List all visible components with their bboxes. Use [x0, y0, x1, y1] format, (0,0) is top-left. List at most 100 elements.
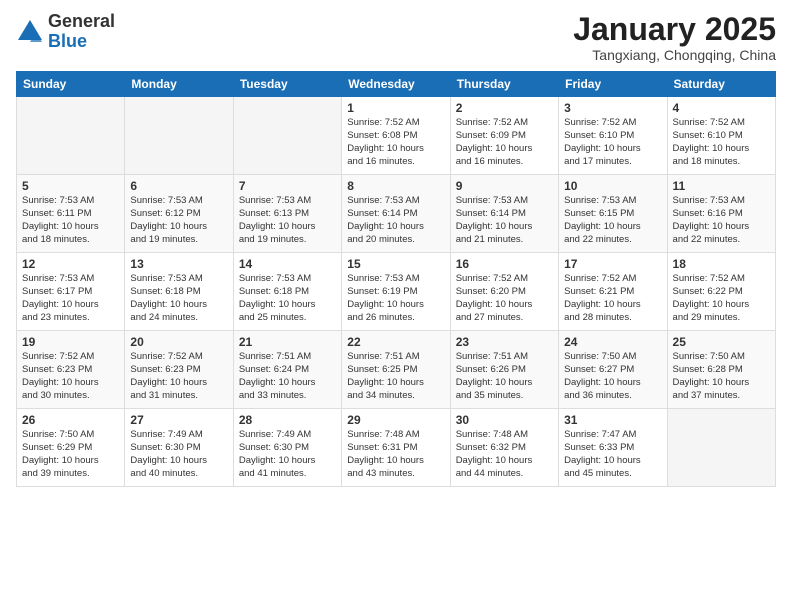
calendar-cell: [667, 409, 775, 487]
day-info: Sunrise: 7:52 AM Sunset: 6:20 PM Dayligh…: [456, 273, 553, 324]
col-tuesday: Tuesday: [233, 72, 341, 97]
calendar-cell: 9 Sunrise: 7:53 AM Sunset: 6:14 PM Daylig…: [450, 175, 558, 253]
calendar-cell: 15 Sunrise: 7:53 AM Sunset: 6:19 PM Dayli…: [342, 253, 450, 331]
day-number: 24: [564, 335, 661, 349]
location: Tangxiang, Chongqing, China: [573, 47, 776, 63]
day-number: 8: [347, 179, 444, 193]
day-info: Sunrise: 7:53 AM Sunset: 6:11 PM Dayligh…: [22, 195, 119, 246]
col-friday: Friday: [559, 72, 667, 97]
header: General Blue January 2025 Tangxiang, Cho…: [16, 12, 776, 63]
calendar-cell: 25Sunrise: 7:50 AM Sunset: 6:28 PM Dayli…: [667, 331, 775, 409]
day-number: 25: [673, 335, 770, 349]
day-info: Sunrise: 7:52 AM Sunset: 6:23 PM Dayligh…: [22, 351, 119, 402]
day-number: 11: [673, 179, 770, 193]
calendar: Sunday Monday Tuesday Wednesday Thursday…: [16, 71, 776, 487]
day-number: 31: [564, 413, 661, 427]
col-thursday: Thursday: [450, 72, 558, 97]
day-number: 28: [239, 413, 336, 427]
calendar-cell: [233, 97, 341, 175]
calendar-cell: 23 Sunrise: 7:51 AM Sunset: 6:26 PM Dayli…: [450, 331, 558, 409]
day-info: Sunrise: 7:50 AM Sunset: 6:27 PM Dayligh…: [564, 351, 661, 402]
calendar-cell: [125, 97, 233, 175]
day-info: Sunrise: 7:52 AM Sunset: 6:09 PM Dayligh…: [456, 117, 553, 168]
day-info: Sunrise: 7:48 AM Sunset: 6:32 PM Dayligh…: [456, 429, 553, 480]
calendar-cell: 26Sunrise: 7:50 AM Sunset: 6:29 PM Dayli…: [17, 409, 125, 487]
logo-general: General: [48, 12, 115, 32]
day-number: 12: [22, 257, 119, 271]
day-info: Sunrise: 7:51 AM Sunset: 6:26 PM Dayligh…: [456, 351, 553, 402]
logo-icon: [16, 18, 44, 46]
day-number: 21: [239, 335, 336, 349]
calendar-cell: 24 Sunrise: 7:50 AM Sunset: 6:27 PM Dayli…: [559, 331, 667, 409]
calendar-cell: 4Sunrise: 7:52 AM Sunset: 6:10 PM Daylig…: [667, 97, 775, 175]
calendar-cell: 20 Sunrise: 7:52 AM Sunset: 6:23 PM Dayli…: [125, 331, 233, 409]
day-info: Sunrise: 7:47 AM Sunset: 6:33 PM Dayligh…: [564, 429, 661, 480]
day-number: 14: [239, 257, 336, 271]
day-info: Sunrise: 7:52 AM Sunset: 6:21 PM Dayligh…: [564, 273, 661, 324]
day-number: 5: [22, 179, 119, 193]
day-number: 29: [347, 413, 444, 427]
calendar-week-3: 12 Sunrise: 7:53 AM Sunset: 6:17 PM Dayli…: [17, 253, 776, 331]
day-info: Sunrise: 7:52 AM Sunset: 6:22 PM Dayligh…: [673, 273, 770, 324]
day-number: 16: [456, 257, 553, 271]
day-info: Sunrise: 7:53 AM Sunset: 6:14 PM Dayligh…: [347, 195, 444, 246]
day-info: Sunrise: 7:53 AM Sunset: 6:19 PM Dayligh…: [347, 273, 444, 324]
day-info: Sunrise: 7:53 AM Sunset: 6:18 PM Dayligh…: [130, 273, 227, 324]
day-info: Sunrise: 7:53 AM Sunset: 6:16 PM Dayligh…: [673, 195, 770, 246]
calendar-week-5: 26Sunrise: 7:50 AM Sunset: 6:29 PM Dayli…: [17, 409, 776, 487]
day-number: 17: [564, 257, 661, 271]
day-info: Sunrise: 7:53 AM Sunset: 6:17 PM Dayligh…: [22, 273, 119, 324]
day-info: Sunrise: 7:52 AM Sunset: 6:23 PM Dayligh…: [130, 351, 227, 402]
day-number: 9: [456, 179, 553, 193]
calendar-cell: 14 Sunrise: 7:53 AM Sunset: 6:18 PM Dayli…: [233, 253, 341, 331]
day-info: Sunrise: 7:51 AM Sunset: 6:25 PM Dayligh…: [347, 351, 444, 402]
col-sunday: Sunday: [17, 72, 125, 97]
logo-blue: Blue: [48, 32, 115, 52]
calendar-cell: 2 Sunrise: 7:52 AM Sunset: 6:09 PM Daylig…: [450, 97, 558, 175]
day-info: Sunrise: 7:52 AM Sunset: 6:08 PM Dayligh…: [347, 117, 444, 168]
calendar-cell: 13 Sunrise: 7:53 AM Sunset: 6:18 PM Dayli…: [125, 253, 233, 331]
day-info: Sunrise: 7:49 AM Sunset: 6:30 PM Dayligh…: [130, 429, 227, 480]
calendar-cell: 31 Sunrise: 7:47 AM Sunset: 6:33 PM Dayli…: [559, 409, 667, 487]
calendar-cell: 27Sunrise: 7:49 AM Sunset: 6:30 PM Dayli…: [125, 409, 233, 487]
logo: General Blue: [16, 12, 115, 52]
day-info: Sunrise: 7:51 AM Sunset: 6:24 PM Dayligh…: [239, 351, 336, 402]
day-info: Sunrise: 7:53 AM Sunset: 6:14 PM Dayligh…: [456, 195, 553, 246]
day-number: 18: [673, 257, 770, 271]
day-number: 2: [456, 101, 553, 115]
calendar-cell: 12 Sunrise: 7:53 AM Sunset: 6:17 PM Dayli…: [17, 253, 125, 331]
calendar-cell: 7 Sunrise: 7:53 AM Sunset: 6:13 PM Daylig…: [233, 175, 341, 253]
calendar-cell: 1 Sunrise: 7:52 AM Sunset: 6:08 PM Daylig…: [342, 97, 450, 175]
calendar-cell: [17, 97, 125, 175]
calendar-cell: 16 Sunrise: 7:52 AM Sunset: 6:20 PM Dayli…: [450, 253, 558, 331]
calendar-week-2: 5 Sunrise: 7:53 AM Sunset: 6:11 PM Daylig…: [17, 175, 776, 253]
day-number: 6: [130, 179, 227, 193]
day-number: 10: [564, 179, 661, 193]
day-number: 23: [456, 335, 553, 349]
logo-text: General Blue: [48, 12, 115, 52]
calendar-cell: 22Sunrise: 7:51 AM Sunset: 6:25 PM Dayli…: [342, 331, 450, 409]
col-wednesday: Wednesday: [342, 72, 450, 97]
calendar-week-4: 19Sunrise: 7:52 AM Sunset: 6:23 PM Dayli…: [17, 331, 776, 409]
day-info: Sunrise: 7:53 AM Sunset: 6:18 PM Dayligh…: [239, 273, 336, 324]
calendar-cell: 3Sunrise: 7:52 AM Sunset: 6:10 PM Daylig…: [559, 97, 667, 175]
day-info: Sunrise: 7:52 AM Sunset: 6:10 PM Dayligh…: [673, 117, 770, 168]
day-number: 1: [347, 101, 444, 115]
calendar-cell: 10Sunrise: 7:53 AM Sunset: 6:15 PM Dayli…: [559, 175, 667, 253]
day-info: Sunrise: 7:53 AM Sunset: 6:13 PM Dayligh…: [239, 195, 336, 246]
col-monday: Monday: [125, 72, 233, 97]
day-info: Sunrise: 7:48 AM Sunset: 6:31 PM Dayligh…: [347, 429, 444, 480]
calendar-cell: 11 Sunrise: 7:53 AM Sunset: 6:16 PM Dayli…: [667, 175, 775, 253]
calendar-cell: 5 Sunrise: 7:53 AM Sunset: 6:11 PM Daylig…: [17, 175, 125, 253]
day-number: 7: [239, 179, 336, 193]
calendar-header-row: Sunday Monday Tuesday Wednesday Thursday…: [17, 72, 776, 97]
day-number: 13: [130, 257, 227, 271]
calendar-week-1: 1 Sunrise: 7:52 AM Sunset: 6:08 PM Daylig…: [17, 97, 776, 175]
day-number: 15: [347, 257, 444, 271]
day-number: 20: [130, 335, 227, 349]
calendar-cell: 29 Sunrise: 7:48 AM Sunset: 6:31 PM Dayli…: [342, 409, 450, 487]
calendar-cell: 28Sunrise: 7:49 AM Sunset: 6:30 PM Dayli…: [233, 409, 341, 487]
title-section: January 2025 Tangxiang, Chongqing, China: [573, 12, 776, 63]
calendar-cell: 30Sunrise: 7:48 AM Sunset: 6:32 PM Dayli…: [450, 409, 558, 487]
page: General Blue January 2025 Tangxiang, Cho…: [0, 0, 792, 612]
